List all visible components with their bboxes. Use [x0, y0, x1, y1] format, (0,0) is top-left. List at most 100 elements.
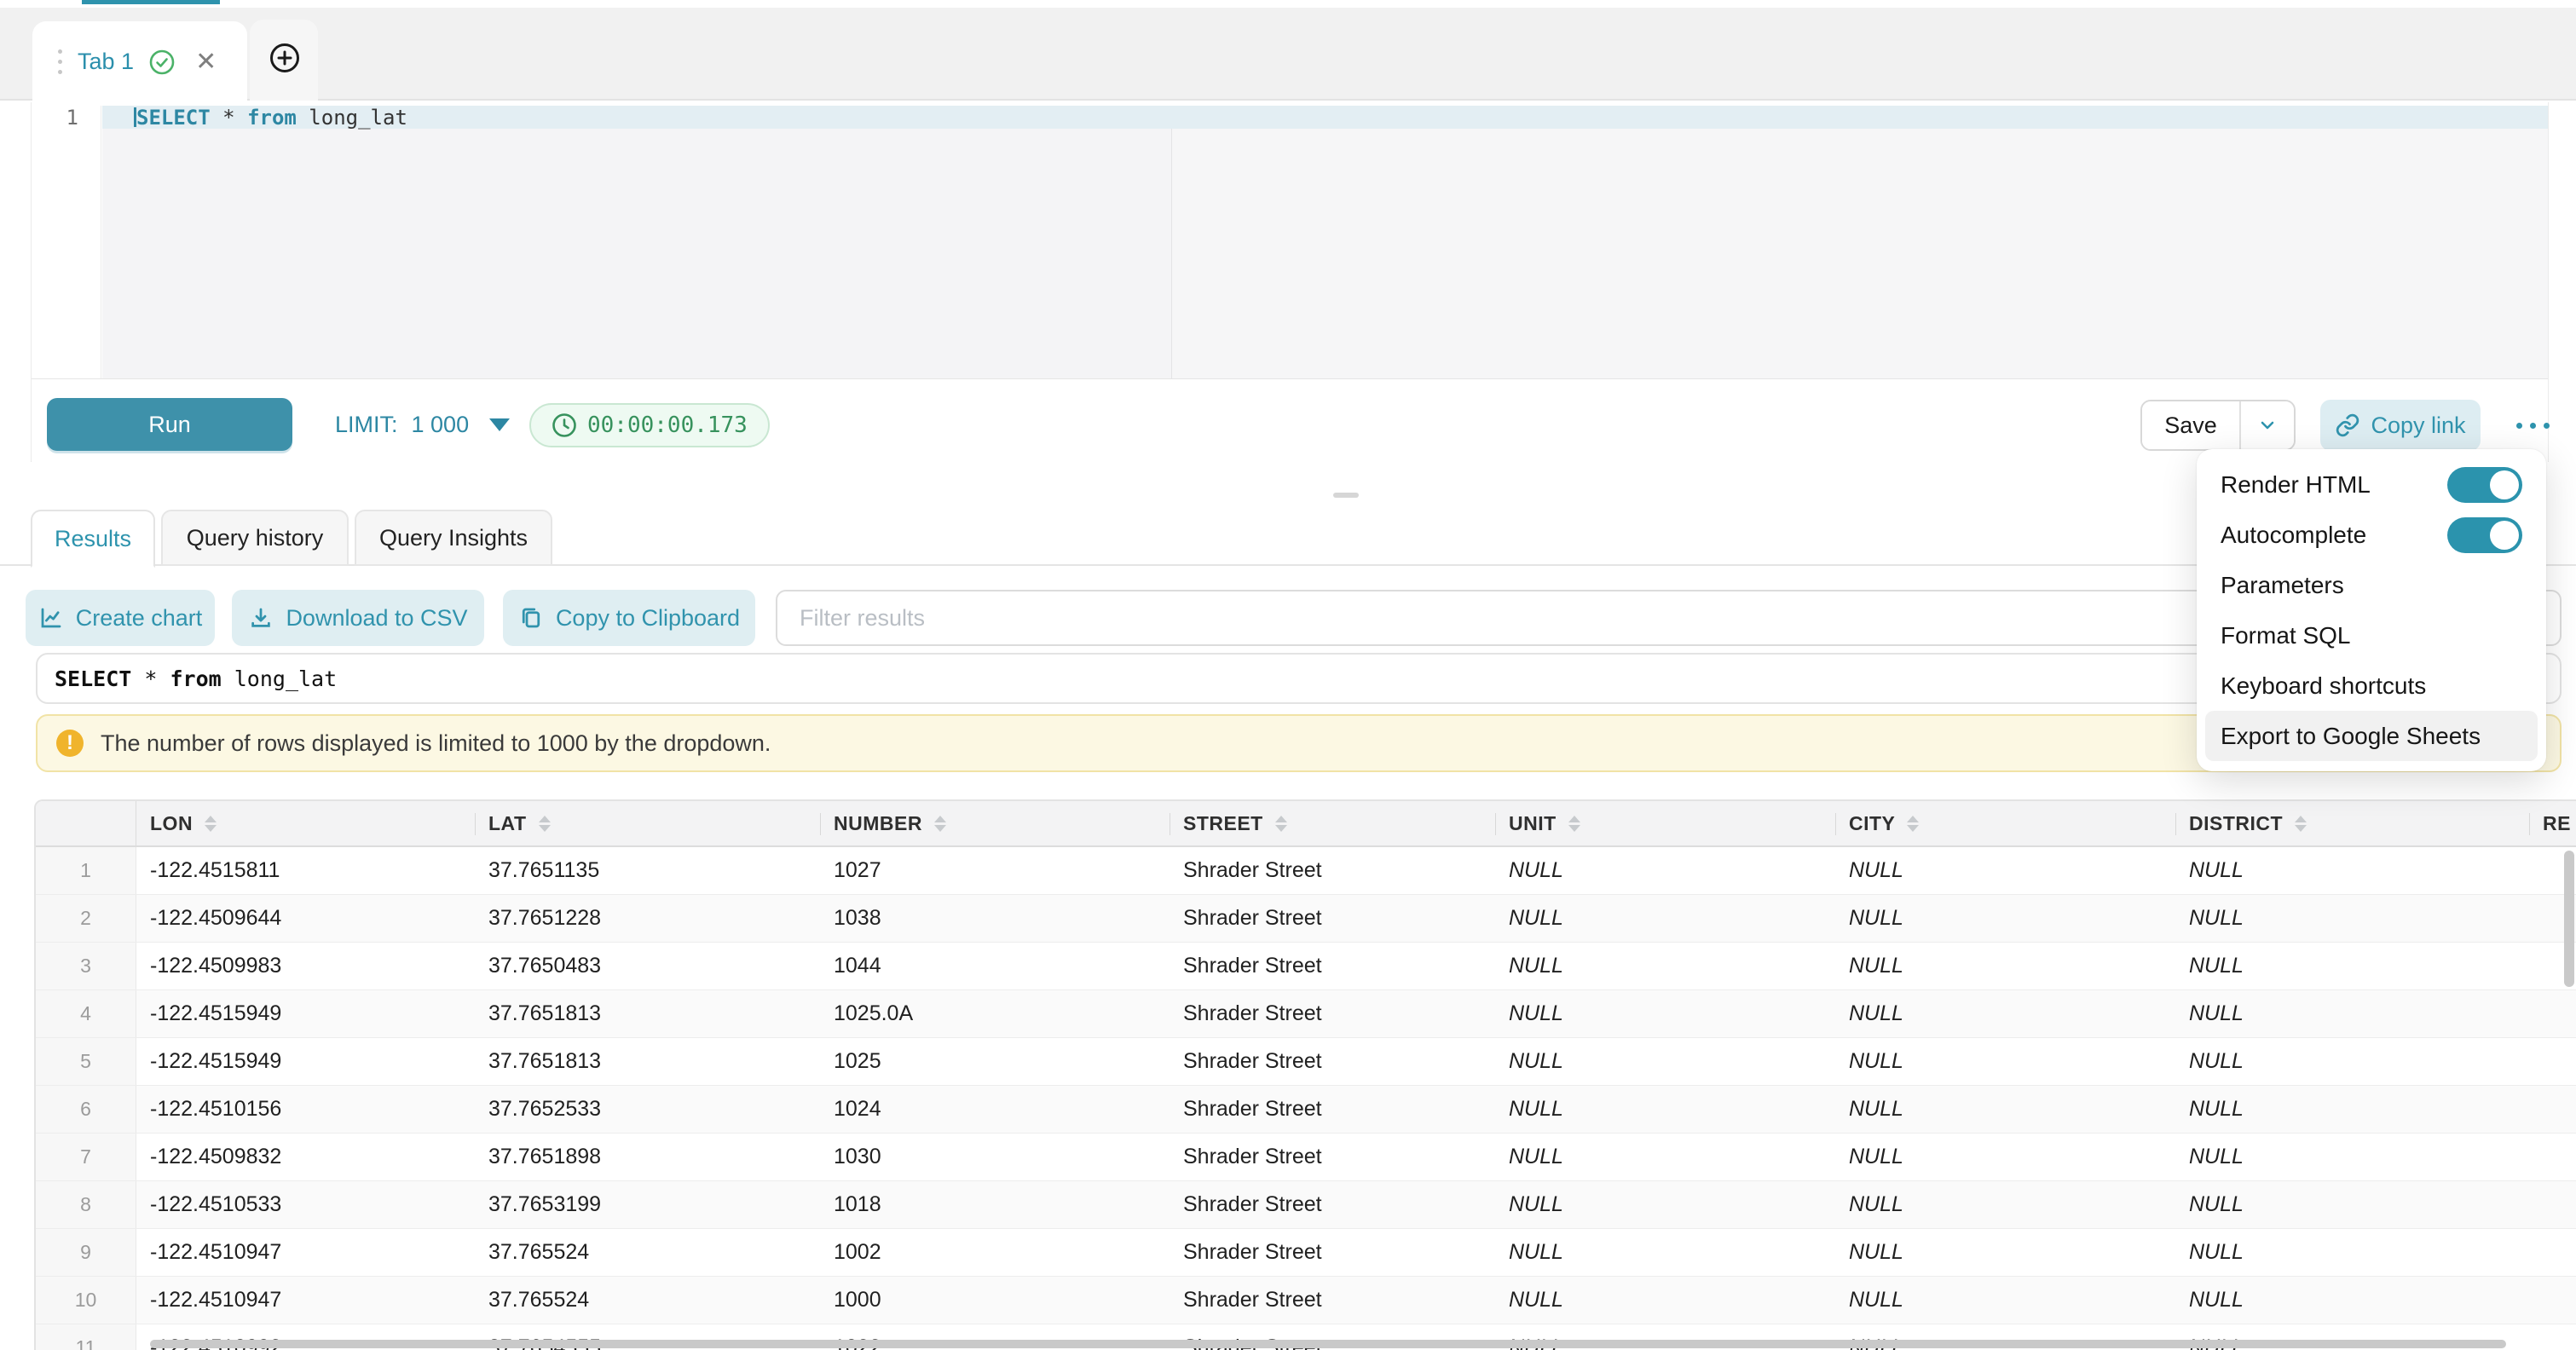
table-cell[interactable]: NULL [1495, 1038, 1835, 1085]
table-cell[interactable]: 1018 [820, 1181, 1170, 1228]
table-cell[interactable]: -122.4515949 [136, 990, 475, 1037]
table-cell[interactable]: NULL [1835, 990, 2175, 1037]
close-tab-icon[interactable]: ✕ [195, 49, 217, 75]
table-cell[interactable]: 1002 [820, 1229, 1170, 1276]
table-cell[interactable] [2529, 1134, 2576, 1180]
create-chart-button[interactable]: Create chart [26, 590, 215, 646]
table-cell[interactable] [2529, 990, 2576, 1037]
table-cell[interactable]: Shrader Street [1170, 1181, 1495, 1228]
column-header-district[interactable]: DISTRICT [2175, 801, 2529, 845]
column-header-city[interactable]: CITY [1835, 801, 2175, 845]
row-number[interactable]: 6 [36, 1086, 136, 1133]
menu-item-keyboard-shortcuts[interactable]: Keyboard shortcuts [2205, 661, 2538, 711]
table-row[interactable]: 7-122.450983237.76518981030Shrader Stree… [36, 1134, 2576, 1181]
code-content[interactable]: SELECT * from long_lat [102, 106, 2548, 378]
table-cell[interactable]: 1030 [820, 1134, 1170, 1180]
table-cell[interactable]: 1025.0A [820, 990, 1170, 1037]
table-cell[interactable]: NULL [1495, 895, 1835, 942]
table-cell[interactable]: Shrader Street [1170, 1229, 1495, 1276]
table-cell[interactable]: 1025 [820, 1038, 1170, 1085]
column-header-number[interactable]: NUMBER [820, 801, 1170, 845]
table-cell[interactable]: NULL [1495, 1086, 1835, 1133]
row-number[interactable]: 1 [36, 847, 136, 894]
table-cell[interactable]: -122.4509644 [136, 895, 475, 942]
table-cell[interactable]: NULL [1835, 1134, 2175, 1180]
run-button[interactable]: Run [47, 398, 292, 451]
table-cell[interactable] [2529, 1181, 2576, 1228]
table-cell[interactable]: 1024 [820, 1086, 1170, 1133]
sort-icon[interactable] [1907, 816, 1919, 832]
table-cell[interactable]: 1038 [820, 895, 1170, 942]
table-cell[interactable]: Shrader Street [1170, 847, 1495, 894]
column-header-lat[interactable]: LAT [475, 801, 820, 845]
table-cell[interactable]: NULL [1495, 1134, 1835, 1180]
save-options-button[interactable] [2239, 401, 2294, 449]
table-row[interactable]: 9-122.451094737.7655241002Shrader Street… [36, 1229, 2576, 1277]
menu-item-autocomplete[interactable]: Autocomplete [2205, 510, 2538, 560]
table-cell[interactable]: 37.7651813 [475, 990, 820, 1037]
column-header-re[interactable]: RE [2529, 801, 2576, 845]
row-number[interactable]: 8 [36, 1181, 136, 1228]
table-row[interactable]: 5-122.451594937.76518131025Shrader Stree… [36, 1038, 2576, 1086]
row-number[interactable]: 11 [36, 1324, 136, 1350]
row-number[interactable]: 10 [36, 1277, 136, 1324]
drag-handle-icon[interactable] [58, 49, 62, 74]
table-cell[interactable]: NULL [2175, 1086, 2529, 1133]
table-cell[interactable]: 37.7653199 [475, 1181, 820, 1228]
more-options-button[interactable] [2509, 410, 2556, 441]
row-number[interactable]: 7 [36, 1134, 136, 1180]
table-cell[interactable]: Shrader Street [1170, 1134, 1495, 1180]
table-cell[interactable]: -122.4510947 [136, 1277, 475, 1324]
table-cell[interactable]: NULL [2175, 1038, 2529, 1085]
table-cell[interactable]: NULL [1495, 990, 1835, 1037]
table-cell[interactable]: NULL [2175, 847, 2529, 894]
sort-icon[interactable] [539, 816, 551, 832]
table-cell[interactable] [2529, 1229, 2576, 1276]
tab-query-insights[interactable]: Query Insights [355, 510, 552, 566]
new-tab-button[interactable] [269, 43, 300, 73]
table-cell[interactable]: NULL [1495, 1277, 1835, 1324]
table-cell[interactable] [2529, 1086, 2576, 1133]
table-cell[interactable]: Shrader Street [1170, 1038, 1495, 1085]
table-cell[interactable]: NULL [1495, 1229, 1835, 1276]
table-cell[interactable]: 37.7650483 [475, 943, 820, 989]
table-row[interactable]: 6-122.451015637.76525331024Shrader Stree… [36, 1086, 2576, 1134]
table-cell[interactable]: NULL [2175, 1134, 2529, 1180]
table-cell[interactable]: 37.7652533 [475, 1086, 820, 1133]
panel-resize-handle[interactable] [1333, 493, 1359, 498]
column-header-street[interactable]: STREET [1170, 801, 1495, 845]
table-cell[interactable]: Shrader Street [1170, 1277, 1495, 1324]
save-button[interactable]: Save [2142, 401, 2239, 449]
row-number[interactable]: 9 [36, 1229, 136, 1276]
horizontal-scrollbar[interactable] [150, 1340, 2506, 1348]
table-cell[interactable]: 37.765524 [475, 1277, 820, 1324]
table-cell[interactable]: -122.4510156 [136, 1086, 475, 1133]
table-cell[interactable]: NULL [1495, 943, 1835, 989]
copy-link-button[interactable]: Copy link [2320, 400, 2481, 451]
table-cell[interactable]: NULL [1835, 895, 2175, 942]
table-cell[interactable]: NULL [1835, 847, 2175, 894]
table-cell[interactable]: NULL [2175, 1277, 2529, 1324]
table-row[interactable]: 4-122.451594937.76518131025.0AShrader St… [36, 990, 2576, 1038]
limit-dropdown[interactable]: LIMIT: 1 000 [335, 398, 510, 451]
table-row[interactable]: 2-122.450964437.76512281038Shrader Stree… [36, 895, 2576, 943]
table-cell[interactable]: NULL [2175, 1229, 2529, 1276]
sort-icon[interactable] [1275, 816, 1287, 832]
table-cell[interactable]: NULL [1835, 1086, 2175, 1133]
copy-clipboard-button[interactable]: Copy to Clipboard [503, 590, 755, 646]
table-cell[interactable]: 1044 [820, 943, 1170, 989]
row-number[interactable]: 2 [36, 895, 136, 942]
vertical-scrollbar[interactable] [2564, 851, 2574, 987]
column-header-unit[interactable]: UNIT [1495, 801, 1835, 845]
table-cell[interactable]: NULL [1835, 943, 2175, 989]
table-cell[interactable] [2529, 1277, 2576, 1324]
table-cell[interactable]: Shrader Street [1170, 990, 1495, 1037]
toggle-switch-on[interactable] [2447, 517, 2522, 553]
row-number[interactable]: 5 [36, 1038, 136, 1085]
table-cell[interactable]: NULL [2175, 943, 2529, 989]
table-cell[interactable]: NULL [2175, 1181, 2529, 1228]
table-cell[interactable]: NULL [1495, 847, 1835, 894]
menu-item-format-sql[interactable]: Format SQL [2205, 610, 2538, 661]
table-cell[interactable]: 37.7651898 [475, 1134, 820, 1180]
table-cell[interactable]: 37.765524 [475, 1229, 820, 1276]
